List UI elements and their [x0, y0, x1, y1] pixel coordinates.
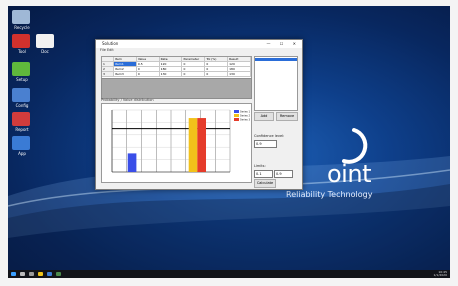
folder-icon[interactable] — [38, 272, 43, 276]
table-row[interactable]: 3 Item3 0 130 0 0 130 — [102, 72, 251, 77]
chart-legend-label: Series 2 — [240, 114, 250, 118]
app-icon[interactable] — [12, 136, 30, 150]
grid-empty-area — [101, 78, 252, 99]
clock-date: 1/1/2020 — [433, 273, 447, 277]
desktop-icon-label: Config — [15, 103, 29, 108]
chart-legend-swatch — [234, 110, 239, 113]
brand-logo-arc — [342, 128, 368, 164]
confidence-field[interactable]: 0.9 — [254, 140, 277, 148]
window-title: Solution — [102, 41, 119, 46]
table-cell[interactable]: 130 — [228, 72, 251, 77]
item-listbox[interactable] — [254, 56, 298, 111]
table-cell: 3 — [102, 72, 114, 77]
search-icon[interactable] — [20, 272, 25, 276]
window-controls[interactable]: — ☐ ✕ — [267, 40, 300, 48]
brand-wordmark: oint — [327, 160, 371, 188]
menu-bar[interactable]: File Edit — [96, 48, 302, 53]
app-taskbar-icon[interactable] — [56, 272, 61, 276]
start-icon[interactable] — [11, 272, 16, 276]
chart-section-label: Probability / Value distribution — [101, 98, 154, 102]
chart-legend-label: Series 3 — [240, 118, 250, 122]
browser-icon[interactable] — [47, 272, 52, 276]
data-grid[interactable]: Item Value Rate Parameter Tol (%) Result… — [101, 56, 252, 79]
tool-icon[interactable] — [12, 34, 30, 48]
limits-label: Limits: — [254, 164, 266, 168]
table-cell[interactable]: 0 — [182, 72, 206, 77]
recycle-bin-icon[interactable] — [12, 10, 30, 24]
config-icon[interactable] — [12, 88, 30, 102]
desktop-icon-label: Setup — [16, 77, 28, 82]
table-cell[interactable]: 0 — [205, 72, 229, 77]
document-icon[interactable] — [36, 34, 54, 48]
desktop-icon-label: Report — [15, 127, 29, 132]
desktop-icon-label: App — [18, 151, 26, 156]
chart-bar-series-1 — [127, 153, 137, 172]
confidence-label: Confidence level: — [254, 134, 285, 138]
task-view-icon[interactable] — [29, 272, 34, 276]
calculate-button[interactable]: Calculate — [254, 179, 276, 188]
add-button[interactable]: Add — [254, 112, 274, 121]
chart-legend-swatch — [234, 114, 239, 117]
table-cell[interactable]: 0 — [136, 72, 160, 77]
listbox-selected-item[interactable] — [255, 58, 297, 61]
setup-icon[interactable] — [12, 62, 30, 76]
limit-high-field[interactable]: 0.9 — [274, 170, 293, 178]
chart-bar-series-3 — [197, 118, 207, 172]
chart-panel: Series 1 Series 2 Series 3 — [101, 103, 252, 183]
table-cell[interactable]: 130 — [159, 72, 183, 77]
chart-bar-series-2 — [188, 118, 198, 172]
limit-low-field[interactable]: 0.1 — [254, 170, 273, 178]
window-titlebar[interactable]: Solution — ☐ ✕ — [96, 40, 302, 48]
application-window: Solution — ☐ ✕ File Edit Item Value Rate… — [95, 39, 303, 190]
chart-legend-label: Series 1 — [240, 110, 250, 114]
bar-chart: Series 1Series 2Series 3 — [111, 110, 250, 173]
brand-subtitle: Reliability Technology — [286, 190, 373, 199]
desktop-icon-label: Doc — [41, 49, 49, 54]
system-clock[interactable]: 10:45 1/1/2020 — [434, 271, 447, 277]
desktop-screen: Recycle Tool Doc Setup Config Report App… — [8, 6, 450, 278]
taskbar: 10:45 1/1/2020 — [8, 270, 450, 278]
report-icon[interactable] — [12, 112, 30, 126]
chart-legend-swatch — [234, 118, 239, 121]
desktop-icon-label: Recycle — [14, 25, 30, 30]
remove-button[interactable]: Remove — [276, 112, 298, 121]
table-cell[interactable]: Item3 — [114, 72, 137, 77]
